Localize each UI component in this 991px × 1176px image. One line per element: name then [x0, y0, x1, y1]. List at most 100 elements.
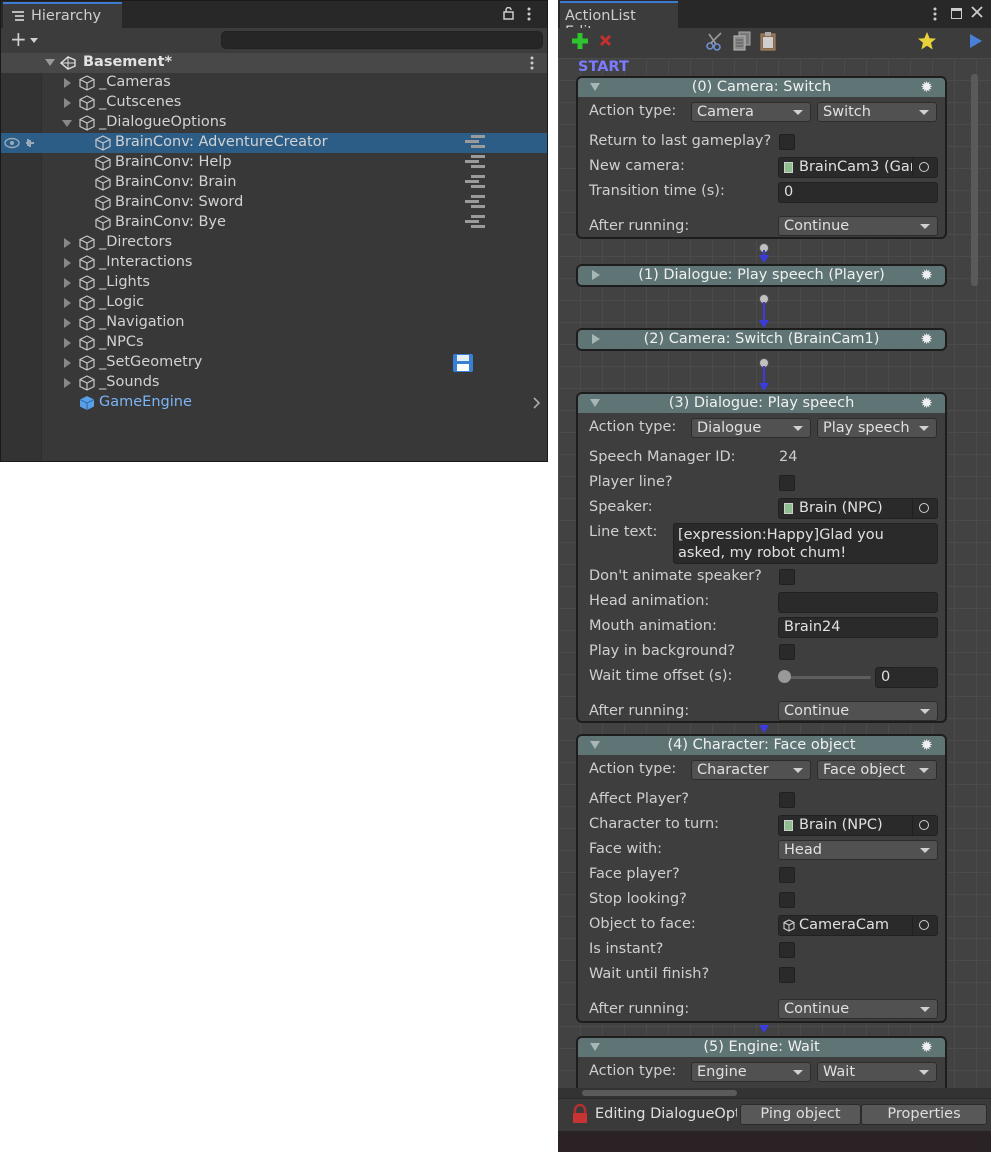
hierarchy-item-brainconv-brain[interactable]: BrainConv: Brain [1, 173, 547, 193]
gear-icon[interactable]: ✹ [920, 737, 933, 754]
action-category-dropdown[interactable]: Engine [691, 1062, 811, 1082]
hierarchy-item-npcs[interactable]: _NPCs [1, 333, 547, 353]
node-header[interactable]: (0) Camera: Switch ✹ [578, 78, 945, 97]
node-header[interactable]: (4) Character: Face object ✹ [578, 736, 945, 755]
hierarchy-item-cutscenes[interactable]: _Cutscenes [1, 93, 547, 113]
hierarchy-item-brainconv-bye[interactable]: BrainConv: Bye [1, 213, 547, 233]
node-header[interactable]: (5) Engine: Wait ✹ [578, 1038, 945, 1057]
gear-icon[interactable]: ✹ [920, 1039, 933, 1056]
stop-looking-checkbox[interactable] [779, 892, 795, 908]
delete-action-icon[interactable] [599, 34, 612, 51]
collapse-arrow-icon[interactable] [62, 120, 72, 132]
properties-button[interactable]: Properties [861, 1104, 987, 1125]
action-node-camera-switch-braincam1[interactable]: (2) Camera: Switch (BrainCam1) ✹ [576, 328, 947, 351]
run-icon[interactable] [970, 34, 982, 48]
wait-offset-field[interactable]: 0 [875, 667, 938, 688]
action-category-dropdown[interactable]: Camera [691, 102, 811, 122]
hierarchy-item-directors[interactable]: _Directors [1, 233, 547, 253]
expand-arrow-icon[interactable] [64, 338, 71, 348]
lock-icon[interactable] [503, 6, 514, 24]
hierarchy-item-gameengine[interactable]: GameEngine [1, 393, 547, 413]
object-picker-icon[interactable] [912, 499, 937, 518]
object-picker-icon[interactable] [912, 916, 937, 935]
kebab-menu-icon[interactable] [527, 7, 531, 25]
hierarchy-item-brainconv-help[interactable]: BrainConv: Help [1, 153, 547, 173]
gear-icon[interactable]: ✹ [920, 267, 933, 284]
player-line-checkbox[interactable] [779, 475, 795, 491]
object-picker-icon[interactable] [912, 158, 937, 177]
add-action-icon[interactable] [571, 32, 589, 54]
vertical-scrollbar[interactable] [971, 74, 978, 286]
action-node-engine-wait[interactable]: (5) Engine: Wait ✹ Action type: Engine W… [576, 1036, 947, 1088]
dont-animate-checkbox[interactable] [779, 569, 795, 585]
hierarchy-item-dialogueoptions[interactable]: _DialogueOptions [1, 113, 547, 133]
after-running-dropdown[interactable]: Continue [778, 701, 938, 721]
paste-icon[interactable] [759, 31, 777, 55]
action-node-dialogue-player[interactable]: (1) Dialogue: Play speech (Player) ✹ [576, 264, 947, 287]
character-turn-field[interactable]: Brain (NPC) [778, 815, 938, 836]
affect-player-checkbox[interactable] [779, 792, 795, 808]
hierarchy-item-brainconv-sword[interactable]: BrainConv: Sword [1, 193, 547, 213]
transition-time-field[interactable]: 0 [778, 182, 938, 203]
hierarchy-item-setgeometry[interactable]: _SetGeometry [1, 353, 547, 373]
lock-icon[interactable] [571, 1103, 589, 1128]
object-picker-icon[interactable] [912, 816, 937, 835]
close-icon[interactable] [971, 6, 983, 22]
expand-arrow-icon[interactable] [64, 98, 71, 108]
wait-finish-checkbox[interactable] [779, 967, 795, 983]
hierarchy-item-navigation[interactable]: _Navigation [1, 313, 547, 333]
node-header[interactable]: (1) Dialogue: Play speech (Player) ✹ [578, 266, 945, 285]
node-canvas[interactable]: START (0) Camera: Switch ✹ Action type: … [558, 58, 991, 1088]
wait-offset-slider-track[interactable] [783, 676, 871, 679]
face-with-dropdown[interactable]: Head [778, 840, 938, 860]
wait-offset-slider-handle[interactable] [778, 670, 791, 683]
expand-arrow-icon[interactable] [64, 358, 71, 368]
action-node-character-face[interactable]: (4) Character: Face object ✹ Action type… [576, 734, 947, 1023]
new-camera-field[interactable]: BrainCam3 (Gan [778, 157, 938, 178]
copy-icon[interactable] [732, 31, 752, 55]
hierarchy-item-cameras[interactable]: _Cameras [1, 73, 547, 93]
node-header[interactable]: (2) Camera: Switch (BrainCam1) ✹ [578, 330, 945, 349]
hierarchy-item-logic[interactable]: _Logic [1, 293, 547, 313]
action-category-dropdown[interactable]: Character [691, 760, 811, 780]
editor-tab[interactable]: ActionList Editor [560, 1, 678, 40]
action-category-dropdown[interactable]: Dialogue [691, 418, 811, 438]
chevron-right-icon[interactable] [533, 397, 541, 413]
action-node-dialogue-speech[interactable]: (3) Dialogue: Play speech ✹ Action type:… [576, 392, 947, 723]
action-subtype-dropdown[interactable]: Play speech [817, 418, 937, 438]
mouth-animation-field[interactable]: Brain24 [778, 617, 938, 638]
horizontal-scrollbar[interactable] [582, 1090, 737, 1096]
head-animation-field[interactable] [778, 592, 938, 613]
visibility-eye-icon[interactable] [4, 136, 38, 154]
expand-arrow-icon[interactable] [64, 278, 71, 288]
hierarchy-item-brainconv-adventurecreator[interactable]: BrainConv: AdventureCreator [1, 133, 547, 153]
kebab-menu-icon[interactable] [933, 7, 937, 25]
expand-arrow-icon[interactable] [64, 78, 71, 88]
hierarchy-item-sounds[interactable]: _Sounds [1, 373, 547, 393]
gear-icon[interactable]: ✹ [920, 395, 933, 412]
play-background-checkbox[interactable] [779, 644, 795, 660]
expand-arrow-icon[interactable] [64, 318, 71, 328]
gear-icon[interactable]: ✹ [920, 79, 933, 96]
is-instant-checkbox[interactable] [779, 942, 795, 958]
action-subtype-dropdown[interactable]: Face object [817, 760, 937, 780]
object-face-field[interactable]: CameraCam [778, 915, 938, 936]
hierarchy-item-interactions[interactable]: _Interactions [1, 253, 547, 273]
return-gameplay-checkbox[interactable] [779, 134, 795, 150]
expand-arrow-icon[interactable] [64, 258, 71, 268]
after-running-dropdown[interactable]: Continue [778, 999, 938, 1019]
scene-menu-icon[interactable] [530, 56, 534, 74]
scene-row[interactable]: Basement* [1, 53, 547, 73]
ping-object-button[interactable]: Ping object [740, 1104, 861, 1125]
search-input[interactable] [221, 31, 543, 49]
expand-arrow-icon[interactable] [64, 238, 71, 248]
hierarchy-item-lights[interactable]: _Lights [1, 273, 547, 293]
hierarchy-tab[interactable]: Hierarchy [3, 2, 122, 28]
chevron-down-icon[interactable] [30, 38, 38, 43]
gear-icon[interactable]: ✹ [920, 331, 933, 348]
add-button[interactable]: + [10, 28, 27, 50]
face-player-checkbox[interactable] [779, 867, 795, 883]
node-header[interactable]: (3) Dialogue: Play speech ✹ [578, 394, 945, 413]
action-subtype-dropdown[interactable]: Switch [817, 102, 937, 122]
after-running-dropdown[interactable]: Continue [778, 216, 938, 236]
